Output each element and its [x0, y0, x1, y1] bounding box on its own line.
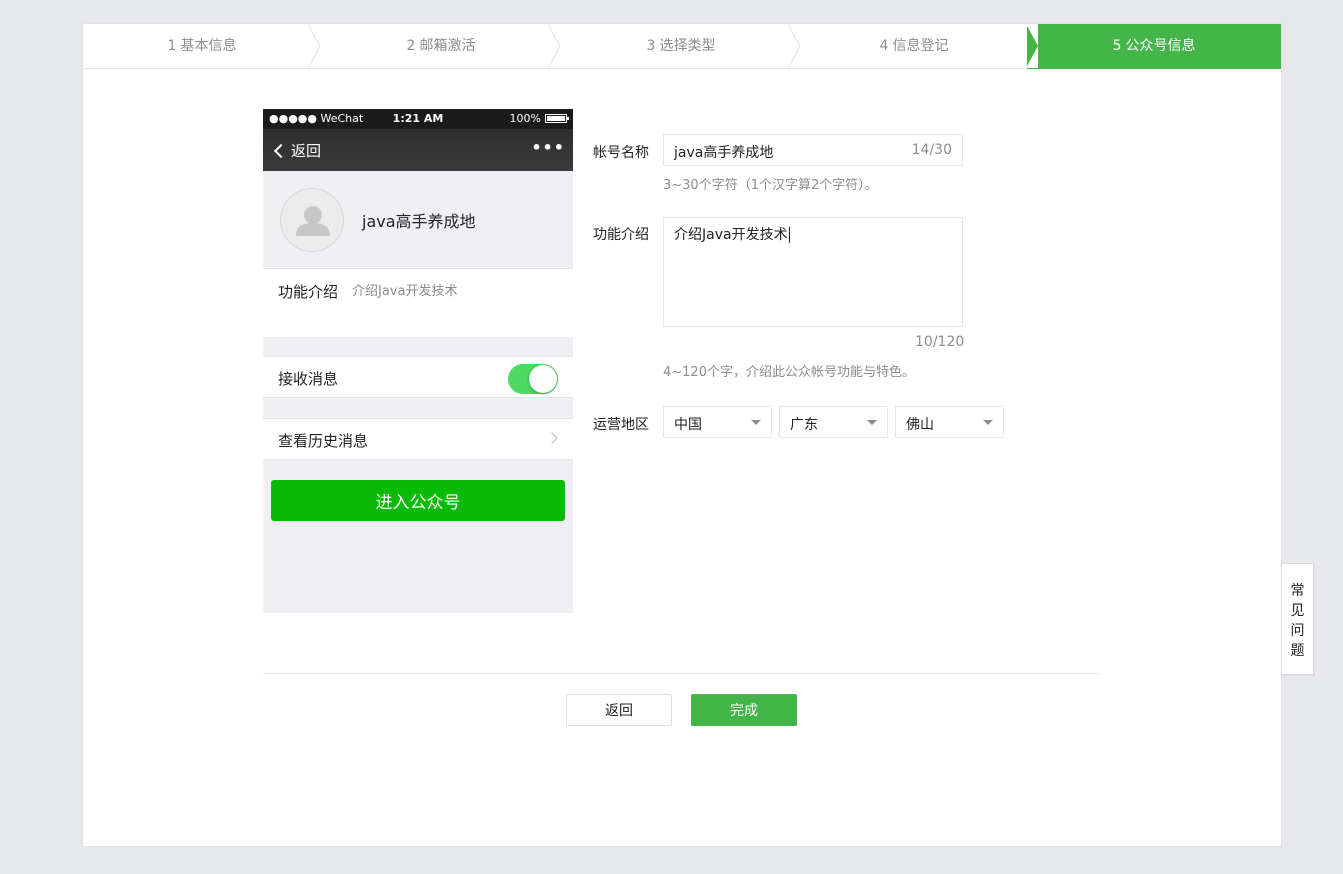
phone-back-button: 返回: [273, 140, 321, 161]
step-select-type: 3 选择类型: [561, 24, 801, 69]
caret-down-icon: [751, 420, 761, 425]
step-label: 邮箱激活: [419, 38, 476, 54]
faq-char: 问: [1290, 623, 1305, 639]
done-button[interactable]: 完成: [691, 694, 797, 726]
step-account-info: 5 公众号信息: [1026, 24, 1281, 69]
phone-status-bar: ●●●●● WeChat 1:21 AM 100%: [263, 109, 573, 129]
phone-intro-value: 介绍Java开发技术: [352, 284, 458, 299]
receive-messages-label: 接收消息: [278, 370, 339, 388]
receive-messages-toggle: [508, 364, 558, 394]
enter-account-button: 进入公众号: [271, 480, 565, 521]
caret-down-icon: [867, 420, 877, 425]
account-name-count: 14/30: [911, 142, 952, 158]
step-basic-info: 1 基本信息: [83, 24, 321, 69]
city-select[interactable]: 佛山: [895, 406, 1004, 438]
user-placeholder-icon: [296, 206, 330, 236]
step-label: 选择类型: [659, 38, 716, 54]
phone-preview: ●●●●● WeChat 1:21 AM 100% 返回 ••• java高手养…: [263, 109, 573, 613]
step-number: 4: [879, 38, 889, 54]
city-value: 佛山: [906, 417, 934, 433]
province-value: 广东: [790, 417, 818, 433]
step-separator-icon: [787, 24, 801, 69]
province-select[interactable]: 广东: [779, 406, 888, 438]
faq-char: 题: [1290, 643, 1305, 659]
faq-char: 常: [1290, 583, 1305, 599]
battery-percent: 100%: [509, 112, 541, 125]
phone-receive-messages-row: 接收消息: [263, 356, 573, 398]
intro-textarea-value: 介绍Java开发技术: [674, 224, 790, 244]
text-cursor: [788, 227, 790, 243]
account-name-input[interactable]: java高手养成地 14/30: [663, 134, 963, 166]
step-label: 信息登记: [892, 38, 949, 54]
country-value: 中国: [674, 417, 702, 433]
step-number: 3: [646, 38, 656, 54]
faq-char: 见: [1290, 603, 1305, 619]
step-separator-icon: [547, 24, 561, 69]
phone-history-row: 查看历史消息: [263, 418, 573, 460]
step-separator-icon: [307, 24, 321, 69]
intro-label: 功能介绍: [593, 227, 649, 243]
intro-text: 介绍Java开发技术: [674, 227, 788, 243]
phone-account-name: java高手养成地: [362, 212, 476, 231]
caret-down-icon: [983, 420, 993, 425]
region-label: 运营地区: [593, 417, 649, 433]
chevron-left-icon: [273, 143, 289, 158]
intro-count: 10/120: [915, 334, 965, 350]
account-name-value: java高手养成地: [674, 145, 774, 161]
step-active-notch: [1026, 24, 1038, 68]
country-select[interactable]: 中国: [663, 406, 772, 438]
step-number: 1: [167, 38, 177, 54]
phone-intro-label: 功能介绍: [278, 283, 339, 301]
step-label: 基本信息: [180, 38, 237, 54]
intro-textarea[interactable]: 介绍Java开发技术: [663, 217, 963, 327]
chevron-right-icon: [546, 432, 558, 444]
phone-profile-header: java高手养成地: [263, 171, 573, 269]
phone-nav-bar: 返回 •••: [263, 129, 573, 171]
registration-card: 1 基本信息 2 邮箱激活 3 选择类型 4 信息登记 5 公众号信息 ●●●●● WeC…: [82, 23, 1282, 847]
back-button[interactable]: 返回: [566, 694, 672, 726]
account-name-hint: 3~30个字符（1个汉字算2个字符）。: [663, 178, 878, 193]
step-email-activation: 2 邮箱激活: [321, 24, 561, 69]
step-label: 公众号信息: [1125, 38, 1196, 54]
faq-side-tab[interactable]: 常 见 问 题: [1281, 563, 1314, 675]
battery-indicator: 100%: [509, 112, 569, 125]
intro-hint: 4~120个字，介绍此公众帐号功能与特色。: [663, 365, 915, 380]
phone-back-label: 返回: [291, 142, 322, 160]
toggle-knob: [529, 365, 557, 393]
step-number: 2: [406, 38, 416, 54]
history-messages-label: 查看历史消息: [278, 432, 369, 450]
footer-divider: [263, 673, 1101, 674]
more-icon: •••: [531, 138, 565, 157]
phone-intro-section: 功能介绍 介绍Java开发技术: [263, 269, 573, 337]
step-progress-bar: 1 基本信息 2 邮箱激活 3 选择类型 4 信息登记 5 公众号信息: [83, 24, 1281, 69]
step-info-registration: 4 信息登记: [801, 24, 1027, 69]
account-name-label: 帐号名称: [593, 145, 649, 161]
battery-icon: [545, 114, 569, 123]
step-number: 5: [1112, 38, 1122, 54]
avatar: [280, 188, 344, 252]
